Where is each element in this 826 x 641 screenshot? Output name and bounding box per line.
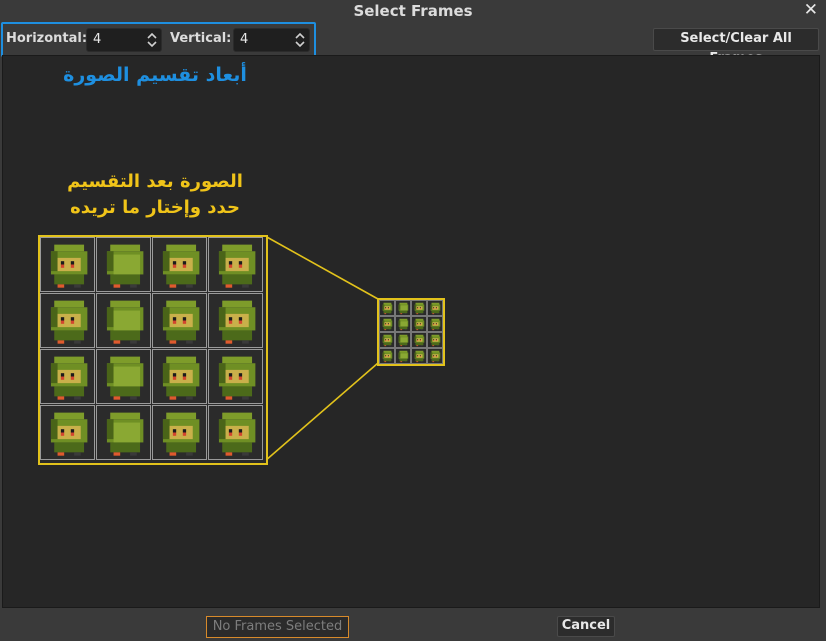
frame-sprite (218, 244, 256, 288)
frame-sprite (50, 244, 88, 288)
thumbnail-cell (395, 348, 411, 364)
frame-cell[interactable] (152, 405, 207, 460)
frame-sprite (50, 412, 88, 456)
frame-sprite (106, 244, 144, 288)
thumbnail-sprite (398, 318, 409, 331)
thumbnail-sprite (414, 350, 425, 363)
thumbnail-sprite (414, 318, 425, 331)
thumbnail-sprite (382, 334, 393, 347)
thumbnail-sprite (398, 334, 409, 347)
frame-cell[interactable] (208, 293, 263, 348)
thumbnail-sprite (430, 302, 441, 315)
thumbnail-sprite (430, 334, 441, 347)
thumbnail-sprite (414, 334, 425, 347)
thumbnail-cell (411, 332, 427, 348)
thumbnail-sprite (414, 302, 425, 315)
sprite-thumbnail (377, 298, 445, 366)
frame-cell[interactable] (40, 349, 95, 404)
frame-cell[interactable] (208, 405, 263, 460)
frame-cell[interactable] (208, 349, 263, 404)
frame-cell[interactable] (40, 405, 95, 460)
thumbnail-cell (379, 300, 395, 316)
frame-sprite (162, 356, 200, 400)
frame-sprite (218, 356, 256, 400)
thumbnail-sprite (398, 350, 409, 363)
frame-cell[interactable] (40, 293, 95, 348)
thumbnail-cell (411, 300, 427, 316)
frame-cell[interactable] (96, 293, 151, 348)
frame-cell[interactable] (40, 237, 95, 292)
thumbnail-cell (427, 332, 443, 348)
thumbnail-cell (379, 348, 395, 364)
frame-cell[interactable] (96, 349, 151, 404)
sprite-frames-grid[interactable] (38, 235, 268, 465)
thumbnail-sprite (382, 318, 393, 331)
frame-sprite (106, 356, 144, 400)
frame-sprite (162, 412, 200, 456)
thumbnail-sprite (382, 302, 393, 315)
thumbnail-cell (427, 300, 443, 316)
frames-status: No Frames Selected (206, 616, 349, 638)
frame-cell[interactable] (96, 237, 151, 292)
frame-sprite (218, 300, 256, 344)
frame-sprite (106, 300, 144, 344)
frame-sprite (106, 412, 144, 456)
frame-cell[interactable] (96, 405, 151, 460)
frame-cell[interactable] (152, 293, 207, 348)
frame-sprite (162, 244, 200, 288)
thumbnail-cell (379, 316, 395, 332)
frame-cell[interactable] (152, 349, 207, 404)
cancel-button[interactable]: Cancel (557, 616, 615, 637)
thumbnail-cell (395, 332, 411, 348)
thumbnail-cell (411, 316, 427, 332)
thumbnail-cell (395, 316, 411, 332)
thumbnail-cell (395, 300, 411, 316)
thumbnail-sprite (382, 350, 393, 363)
thumbnail-sprite (430, 350, 441, 363)
frame-sprite (162, 300, 200, 344)
thumbnail-cell (379, 332, 395, 348)
frame-sprite (218, 412, 256, 456)
thumbnail-sprite (430, 318, 441, 331)
thumbnail-cell (427, 348, 443, 364)
thumbnail-cell (411, 348, 427, 364)
frame-sprite (50, 356, 88, 400)
thumbnail-cell (427, 316, 443, 332)
frame-sprite (50, 300, 88, 344)
frame-cell[interactable] (152, 237, 207, 292)
frame-cell[interactable] (208, 237, 263, 292)
thumbnail-sprite (398, 302, 409, 315)
